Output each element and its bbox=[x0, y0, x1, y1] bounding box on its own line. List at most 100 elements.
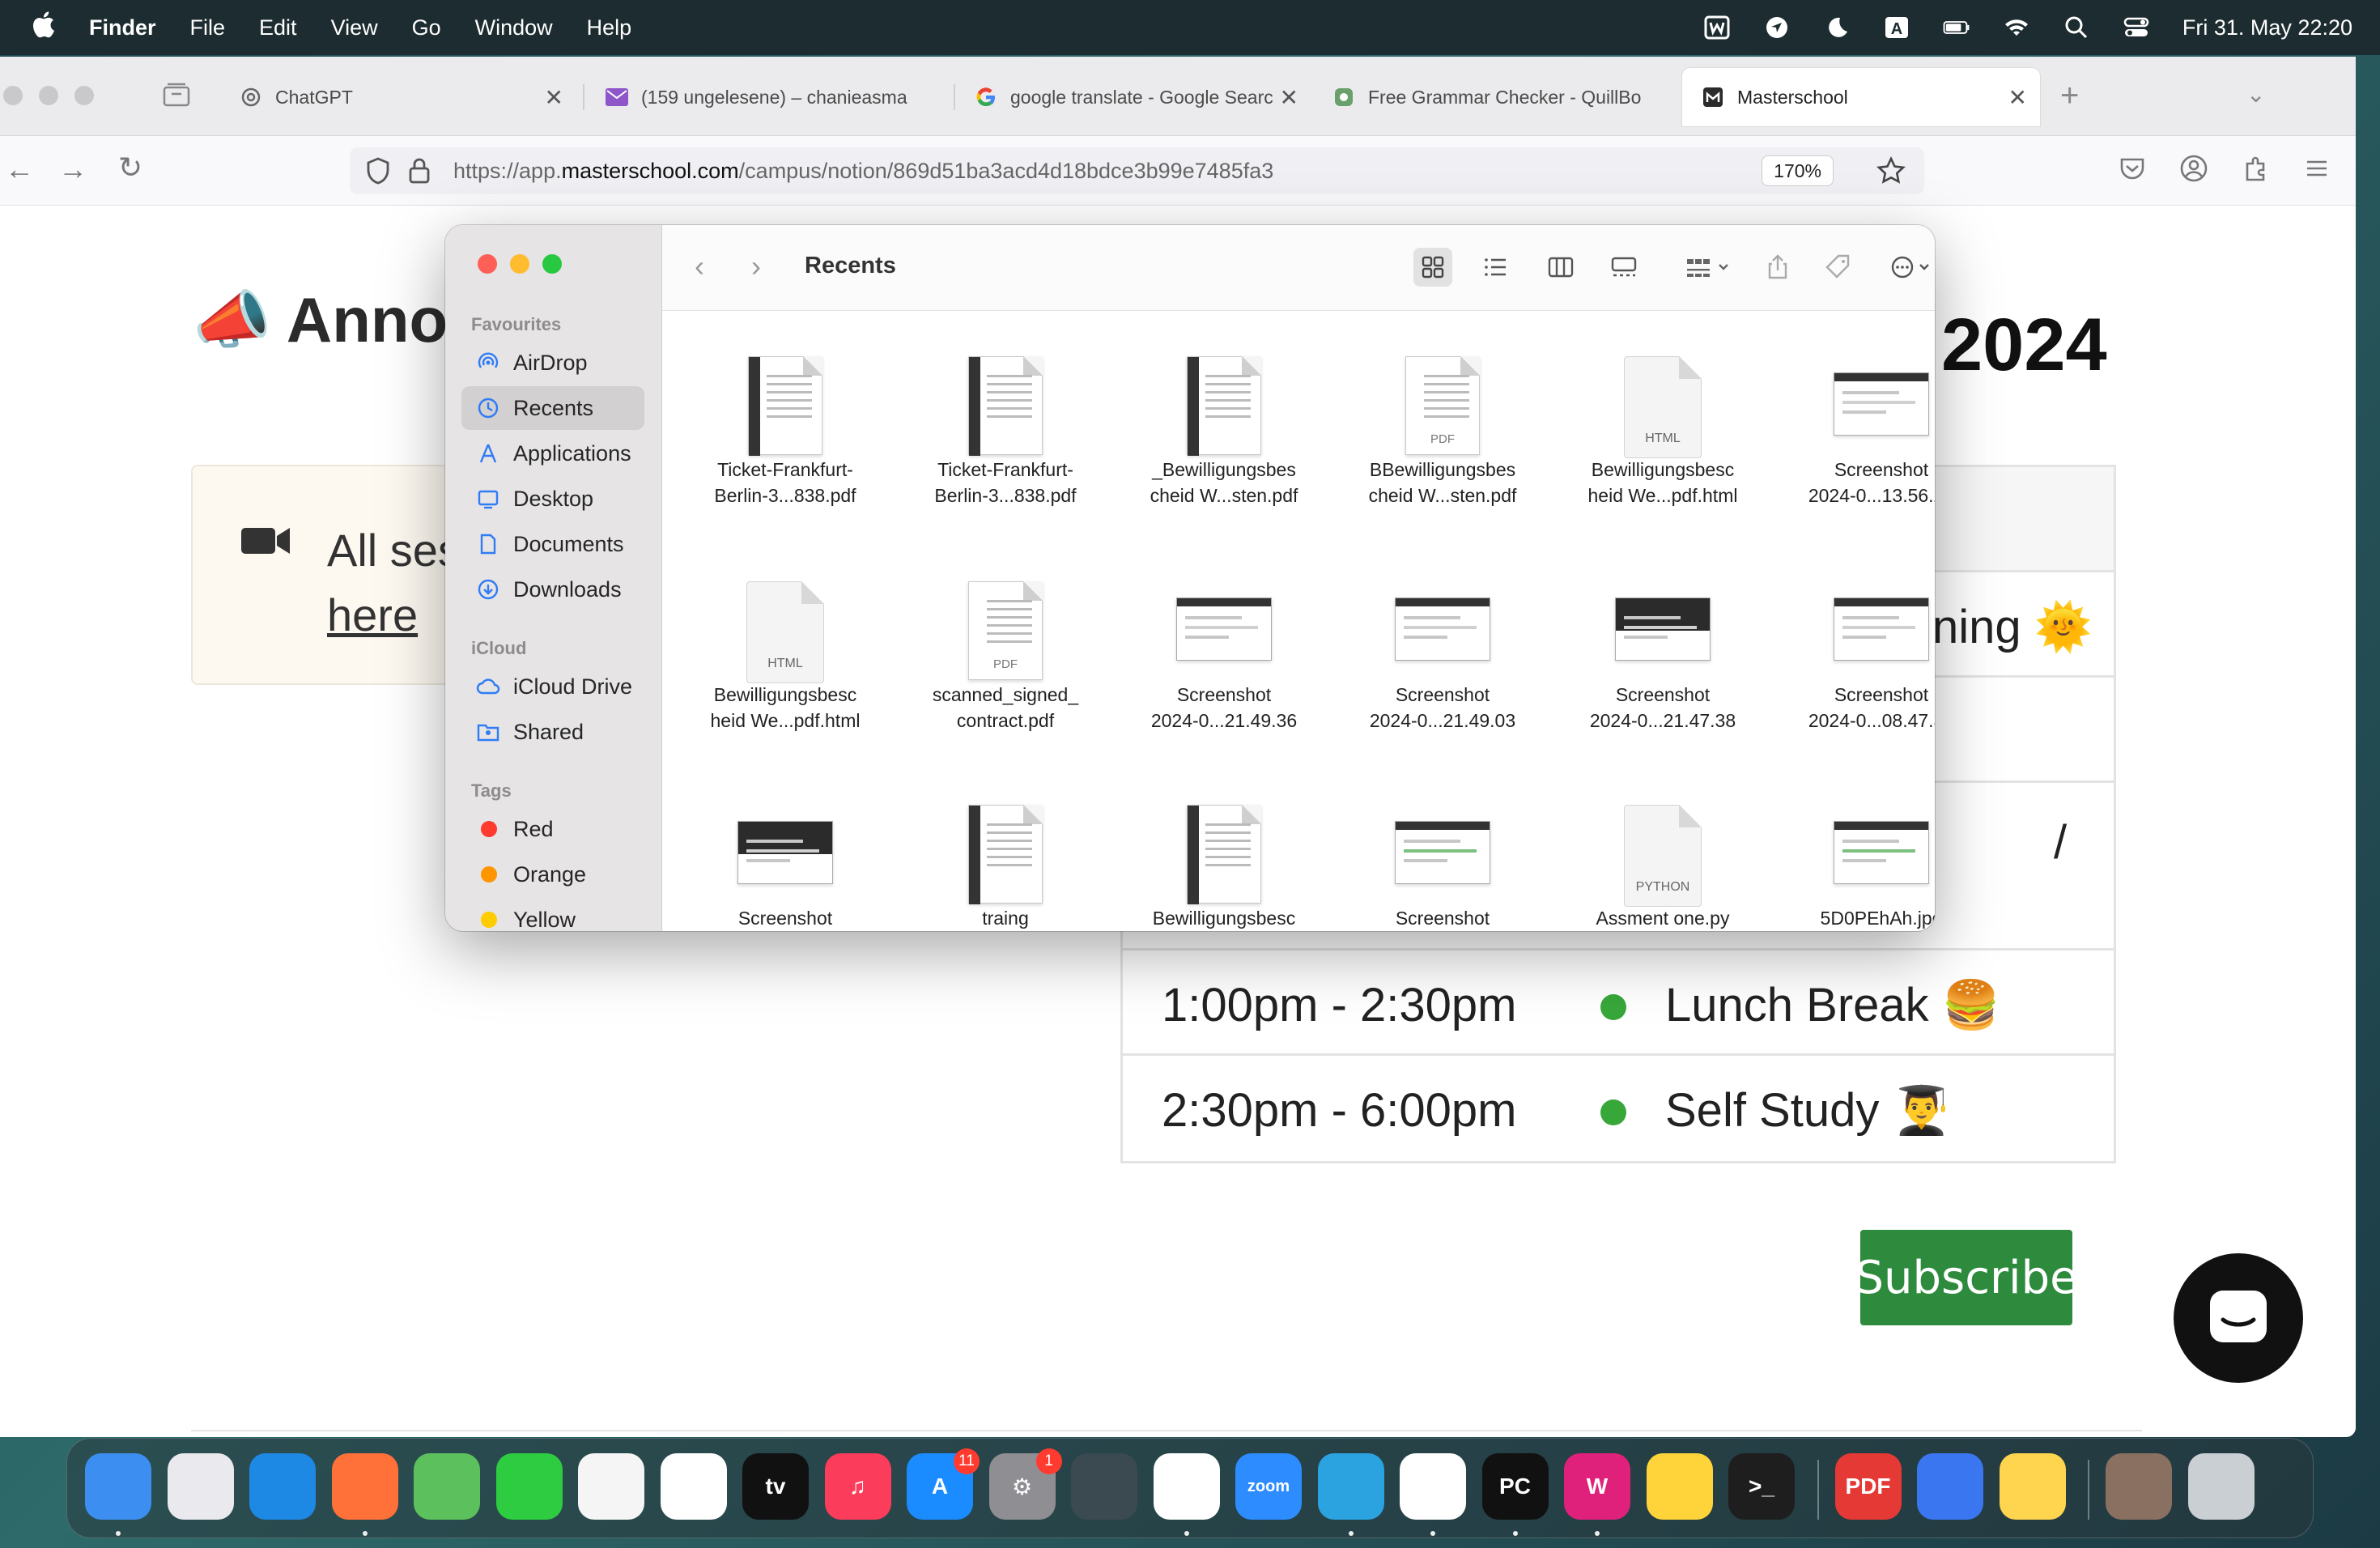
tag-icon[interactable] bbox=[1818, 248, 1857, 287]
menu-go[interactable]: Go bbox=[412, 15, 441, 40]
zoom-window-button[interactable] bbox=[74, 86, 94, 105]
menu-app-name[interactable]: Finder bbox=[89, 15, 156, 40]
tab-chatgpt[interactable]: ChatGPT ✕ bbox=[220, 68, 576, 126]
file-item[interactable]: Screenshot2024-0...08.29.06 bbox=[684, 785, 886, 931]
tab-masterschool[interactable]: Masterschool ✕ bbox=[1682, 68, 2040, 126]
slack-icon[interactable] bbox=[1153, 1453, 1220, 1520]
trash-icon[interactable] bbox=[2187, 1453, 2255, 1520]
facetime-icon[interactable] bbox=[495, 1453, 563, 1520]
share-icon[interactable] bbox=[1758, 248, 1797, 287]
file-item[interactable]: PDF BBewilligungsbes cheid W...sten.pdf bbox=[1341, 337, 1544, 547]
menu-help[interactable]: Help bbox=[587, 15, 632, 40]
forward-button[interactable]: → bbox=[58, 152, 87, 186]
safari-icon[interactable] bbox=[249, 1453, 316, 1520]
lock-icon[interactable] bbox=[408, 157, 432, 185]
menu-view[interactable]: View bbox=[331, 15, 378, 40]
gallery-view-button[interactable] bbox=[1604, 248, 1643, 287]
menu-file[interactable]: File bbox=[190, 15, 226, 40]
apple-tv-icon[interactable]: tv bbox=[742, 1453, 809, 1520]
url-text[interactable]: https://app.masterschool.com/campus/noti… bbox=[453, 159, 1273, 184]
reminders-icon[interactable] bbox=[578, 1453, 644, 1520]
apple-menu-icon[interactable] bbox=[31, 11, 63, 45]
icon-view-button[interactable] bbox=[1413, 248, 1452, 287]
maps-icon[interactable] bbox=[414, 1453, 480, 1520]
group-by-button[interactable] bbox=[1677, 248, 1742, 287]
hamburger-menu-icon[interactable] bbox=[2302, 154, 2333, 185]
tab-mail[interactable]: (159 ungelesene) – chanieasma bbox=[586, 68, 955, 126]
control-center-icon[interactable] bbox=[2123, 15, 2150, 40]
reload-button[interactable]: ↻ bbox=[118, 151, 142, 185]
file-item[interactable]: Ticket-Frankfurt- Berlin-3...838.pdf bbox=[684, 337, 886, 547]
file-item[interactable]: Screenshot 2024-0...21.49.36 bbox=[1123, 562, 1325, 772]
file-item[interactable]: Screenshot 2024-0...13.56.25 bbox=[1780, 337, 1935, 547]
sidebar-item-recents[interactable]: Recents bbox=[461, 386, 644, 430]
forward-chevron-icon[interactable]: › bbox=[751, 249, 761, 283]
telegram-icon[interactable] bbox=[1317, 1453, 1384, 1520]
launchpad-icon[interactable] bbox=[167, 1453, 234, 1520]
file-item[interactable]: traingcontara...2024.pdf bbox=[904, 785, 1107, 931]
tab-quillbot[interactable]: Free Grammar Checker - QuillBo bbox=[1313, 68, 1677, 126]
sessions-link[interactable]: here bbox=[327, 589, 418, 640]
freeform-icon[interactable] bbox=[660, 1453, 727, 1520]
close-window-button[interactable] bbox=[3, 86, 23, 105]
downloads-stack-icon[interactable] bbox=[2106, 1453, 2172, 1520]
sidebar-item-icloud-drive[interactable]: iCloud Drive bbox=[461, 665, 644, 708]
wps-icon[interactable] bbox=[1703, 15, 1731, 40]
minimize-button[interactable] bbox=[510, 254, 529, 274]
app-store-icon[interactable]: A 11 bbox=[907, 1448, 980, 1520]
file-item[interactable]: Bewilligungsbescheid We...sten.pdf bbox=[1123, 785, 1325, 931]
tracking-protection-shield-icon[interactable] bbox=[364, 156, 393, 185]
sidebar-item-downloads[interactable]: Downloads bbox=[461, 568, 644, 611]
music-icon[interactable]: ♫ bbox=[824, 1453, 891, 1520]
sidebar-item-documents[interactable]: Documents bbox=[461, 522, 644, 566]
subscribe-button[interactable]: Subscribe bbox=[1855, 1230, 2078, 1325]
finder-icon[interactable] bbox=[85, 1453, 151, 1520]
pdf-expert-icon[interactable]: PDF bbox=[1834, 1453, 1902, 1520]
close-tab-icon[interactable]: ✕ bbox=[1280, 84, 1298, 111]
firefox-view-icon[interactable] bbox=[162, 81, 194, 110]
input-source-icon[interactable]: A bbox=[1883, 15, 1910, 40]
zoom-icon[interactable]: zoom bbox=[1235, 1453, 1302, 1520]
close-tab-icon[interactable]: ✕ bbox=[2008, 84, 2027, 111]
menu-window[interactable]: Window bbox=[475, 15, 553, 40]
terminal-icon[interactable]: >_ bbox=[1728, 1453, 1795, 1520]
close-button[interactable] bbox=[478, 254, 497, 274]
file-item[interactable]: HTML Bewilligungsbesc heid We...pdf.html bbox=[1562, 337, 1764, 547]
sidebar-tag-orange[interactable]: Orange bbox=[461, 853, 644, 896]
file-item[interactable]: HTML Bewilligungsbesc heid We...pdf.html bbox=[684, 562, 886, 772]
list-view-button[interactable] bbox=[1477, 248, 1515, 287]
pycharm-icon[interactable]: PC bbox=[1481, 1453, 1549, 1520]
back-button[interactable]: ← bbox=[5, 152, 34, 186]
address-bar[interactable]: https://app.masterschool.com/campus/noti… bbox=[350, 147, 1924, 194]
file-item[interactable]: PDF scanned_signed_ contract.pdf bbox=[904, 562, 1107, 772]
sidebar-tag-yellow[interactable]: Yellow bbox=[461, 898, 644, 931]
back-chevron-icon[interactable]: ‹ bbox=[695, 249, 704, 283]
chat-widget-button[interactable] bbox=[2174, 1253, 2303, 1383]
menu-edit[interactable]: Edit bbox=[259, 15, 297, 40]
python-launcher-icon[interactable] bbox=[1646, 1453, 1713, 1520]
sidebar-tag-red[interactable]: Red bbox=[461, 807, 644, 851]
minimize-window-button[interactable] bbox=[39, 86, 58, 105]
system-settings-icon[interactable]: ⚙ 1 bbox=[988, 1448, 1062, 1520]
extensions-icon[interactable] bbox=[2241, 154, 2272, 185]
wps-office-icon[interactable]: W bbox=[1564, 1453, 1630, 1520]
tab-google[interactable]: google translate - Google Searc ✕ bbox=[955, 68, 1311, 126]
zoom-button[interactable] bbox=[542, 254, 562, 274]
sidebar-item-airdrop[interactable]: AirDrop bbox=[461, 341, 644, 385]
file-item[interactable]: PYTHON Assment one.py bbox=[1562, 785, 1764, 931]
sidebar-item-applications[interactable]: Applications bbox=[461, 432, 644, 475]
sidebar-item-desktop[interactable]: Desktop bbox=[461, 477, 644, 521]
battery-icon[interactable] bbox=[1943, 15, 1970, 40]
notes-icon[interactable] bbox=[1999, 1453, 2066, 1520]
sidebar-item-shared[interactable]: Shared bbox=[461, 710, 644, 754]
file-item[interactable]: Screenshot2024-0...13.59.30 bbox=[1341, 785, 1544, 931]
more-actions-button[interactable] bbox=[1881, 248, 1935, 287]
file-item[interactable]: Screenshot 2024-0...21.47.38 bbox=[1562, 562, 1764, 772]
firefox-icon[interactable] bbox=[331, 1453, 398, 1520]
column-view-button[interactable] bbox=[1541, 248, 1580, 287]
close-tab-icon[interactable]: ✕ bbox=[545, 84, 563, 111]
rocket-icon[interactable] bbox=[1071, 1453, 1137, 1520]
pocket-icon[interactable] bbox=[2118, 154, 2148, 185]
spotlight-icon[interactable] bbox=[2063, 15, 2090, 40]
file-item[interactable]: Screenshot 2024-0...21.49.03 bbox=[1341, 562, 1544, 772]
